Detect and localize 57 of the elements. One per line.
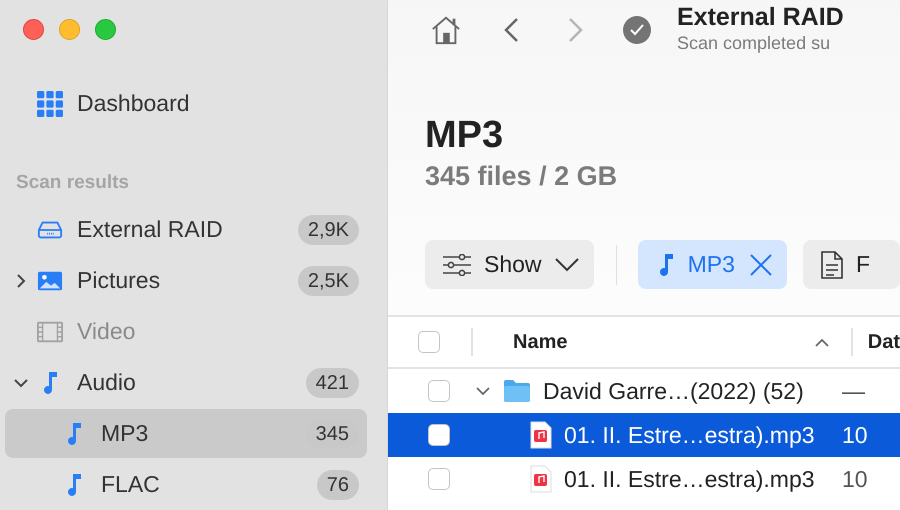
file-name: 01. II. Estre…estra).mp3 xyxy=(564,422,815,448)
checkmark-circle-icon xyxy=(622,15,652,45)
status-text: Scan completed su xyxy=(677,32,832,54)
zoom-button[interactable] xyxy=(95,19,116,40)
file-row[interactable]: 01. II. Estre…estra).mp3 10 xyxy=(388,457,900,501)
audio-file-icon xyxy=(530,465,552,493)
file-name: 01. II. Estre…estra).mp3 xyxy=(564,466,815,492)
sidebar-item[interactable]: External RAID 2,9K xyxy=(5,205,367,254)
close-button[interactable] xyxy=(23,19,44,40)
item-count: 2,9K xyxy=(298,214,359,244)
column-header[interactable]: Dat xyxy=(852,317,900,367)
row-checkbox[interactable] xyxy=(428,468,450,490)
grid-icon xyxy=(37,90,63,116)
filter-button[interactable]: F xyxy=(802,240,900,289)
music-note-icon xyxy=(42,370,58,394)
file-row[interactable]: 01. II. Estre…estra).mp3 10 xyxy=(388,413,900,457)
sidebar-item[interactable]: Pictures 2,5K xyxy=(5,256,367,305)
drive-icon xyxy=(37,220,63,240)
item-count: 421 xyxy=(306,368,359,398)
file-summary: 345 files / 2 GB xyxy=(425,160,618,192)
folder-icon xyxy=(503,379,531,403)
music-note-icon xyxy=(66,422,82,446)
file-date: — xyxy=(841,378,865,404)
filter-chip[interactable]: MP3 xyxy=(638,240,787,289)
home-button[interactable] xyxy=(430,14,462,46)
page-title: MP3 xyxy=(425,113,504,157)
chevron-down-icon[interactable] xyxy=(14,378,28,388)
audio-file-icon xyxy=(530,421,552,449)
row-checkbox[interactable] xyxy=(428,380,450,402)
sidebar-item[interactable]: Dashboard xyxy=(5,79,367,128)
row-checkbox[interactable] xyxy=(428,424,450,446)
film-icon xyxy=(37,320,63,342)
sidebar-item[interactable]: FLAC 76 xyxy=(5,460,367,509)
sidebar-item[interactable]: MP3 345 xyxy=(5,409,367,458)
section-title: Scan results xyxy=(16,171,130,195)
item-count: 2,5K xyxy=(298,266,359,296)
file-date: 10 xyxy=(841,422,868,448)
item-count: 76 xyxy=(316,470,359,500)
music-note-icon xyxy=(658,252,674,276)
sidebar-item[interactable]: Audio 421 xyxy=(5,358,367,407)
window-title: External RAID xyxy=(677,2,844,32)
column-header[interactable]: Name xyxy=(473,317,851,367)
file-date: 10 xyxy=(841,466,868,492)
chevron-down-icon[interactable] xyxy=(476,386,490,396)
document-icon xyxy=(820,250,844,280)
select-all-checkbox[interactable] xyxy=(418,331,440,353)
show-button[interactable]: Show xyxy=(425,240,594,289)
minimize-button[interactable] xyxy=(59,19,80,40)
picture-icon xyxy=(37,270,63,292)
chevron-down-icon xyxy=(554,256,580,272)
file-name: David Garre…(2022) (52) xyxy=(543,378,804,404)
music-note-icon xyxy=(66,472,82,496)
sliders-icon xyxy=(442,254,472,276)
file-row[interactable]: David Garre…(2022) (52) — xyxy=(388,369,900,413)
chevron-right-icon[interactable] xyxy=(16,274,26,288)
close-icon xyxy=(748,252,773,276)
back-button[interactable] xyxy=(503,17,519,43)
